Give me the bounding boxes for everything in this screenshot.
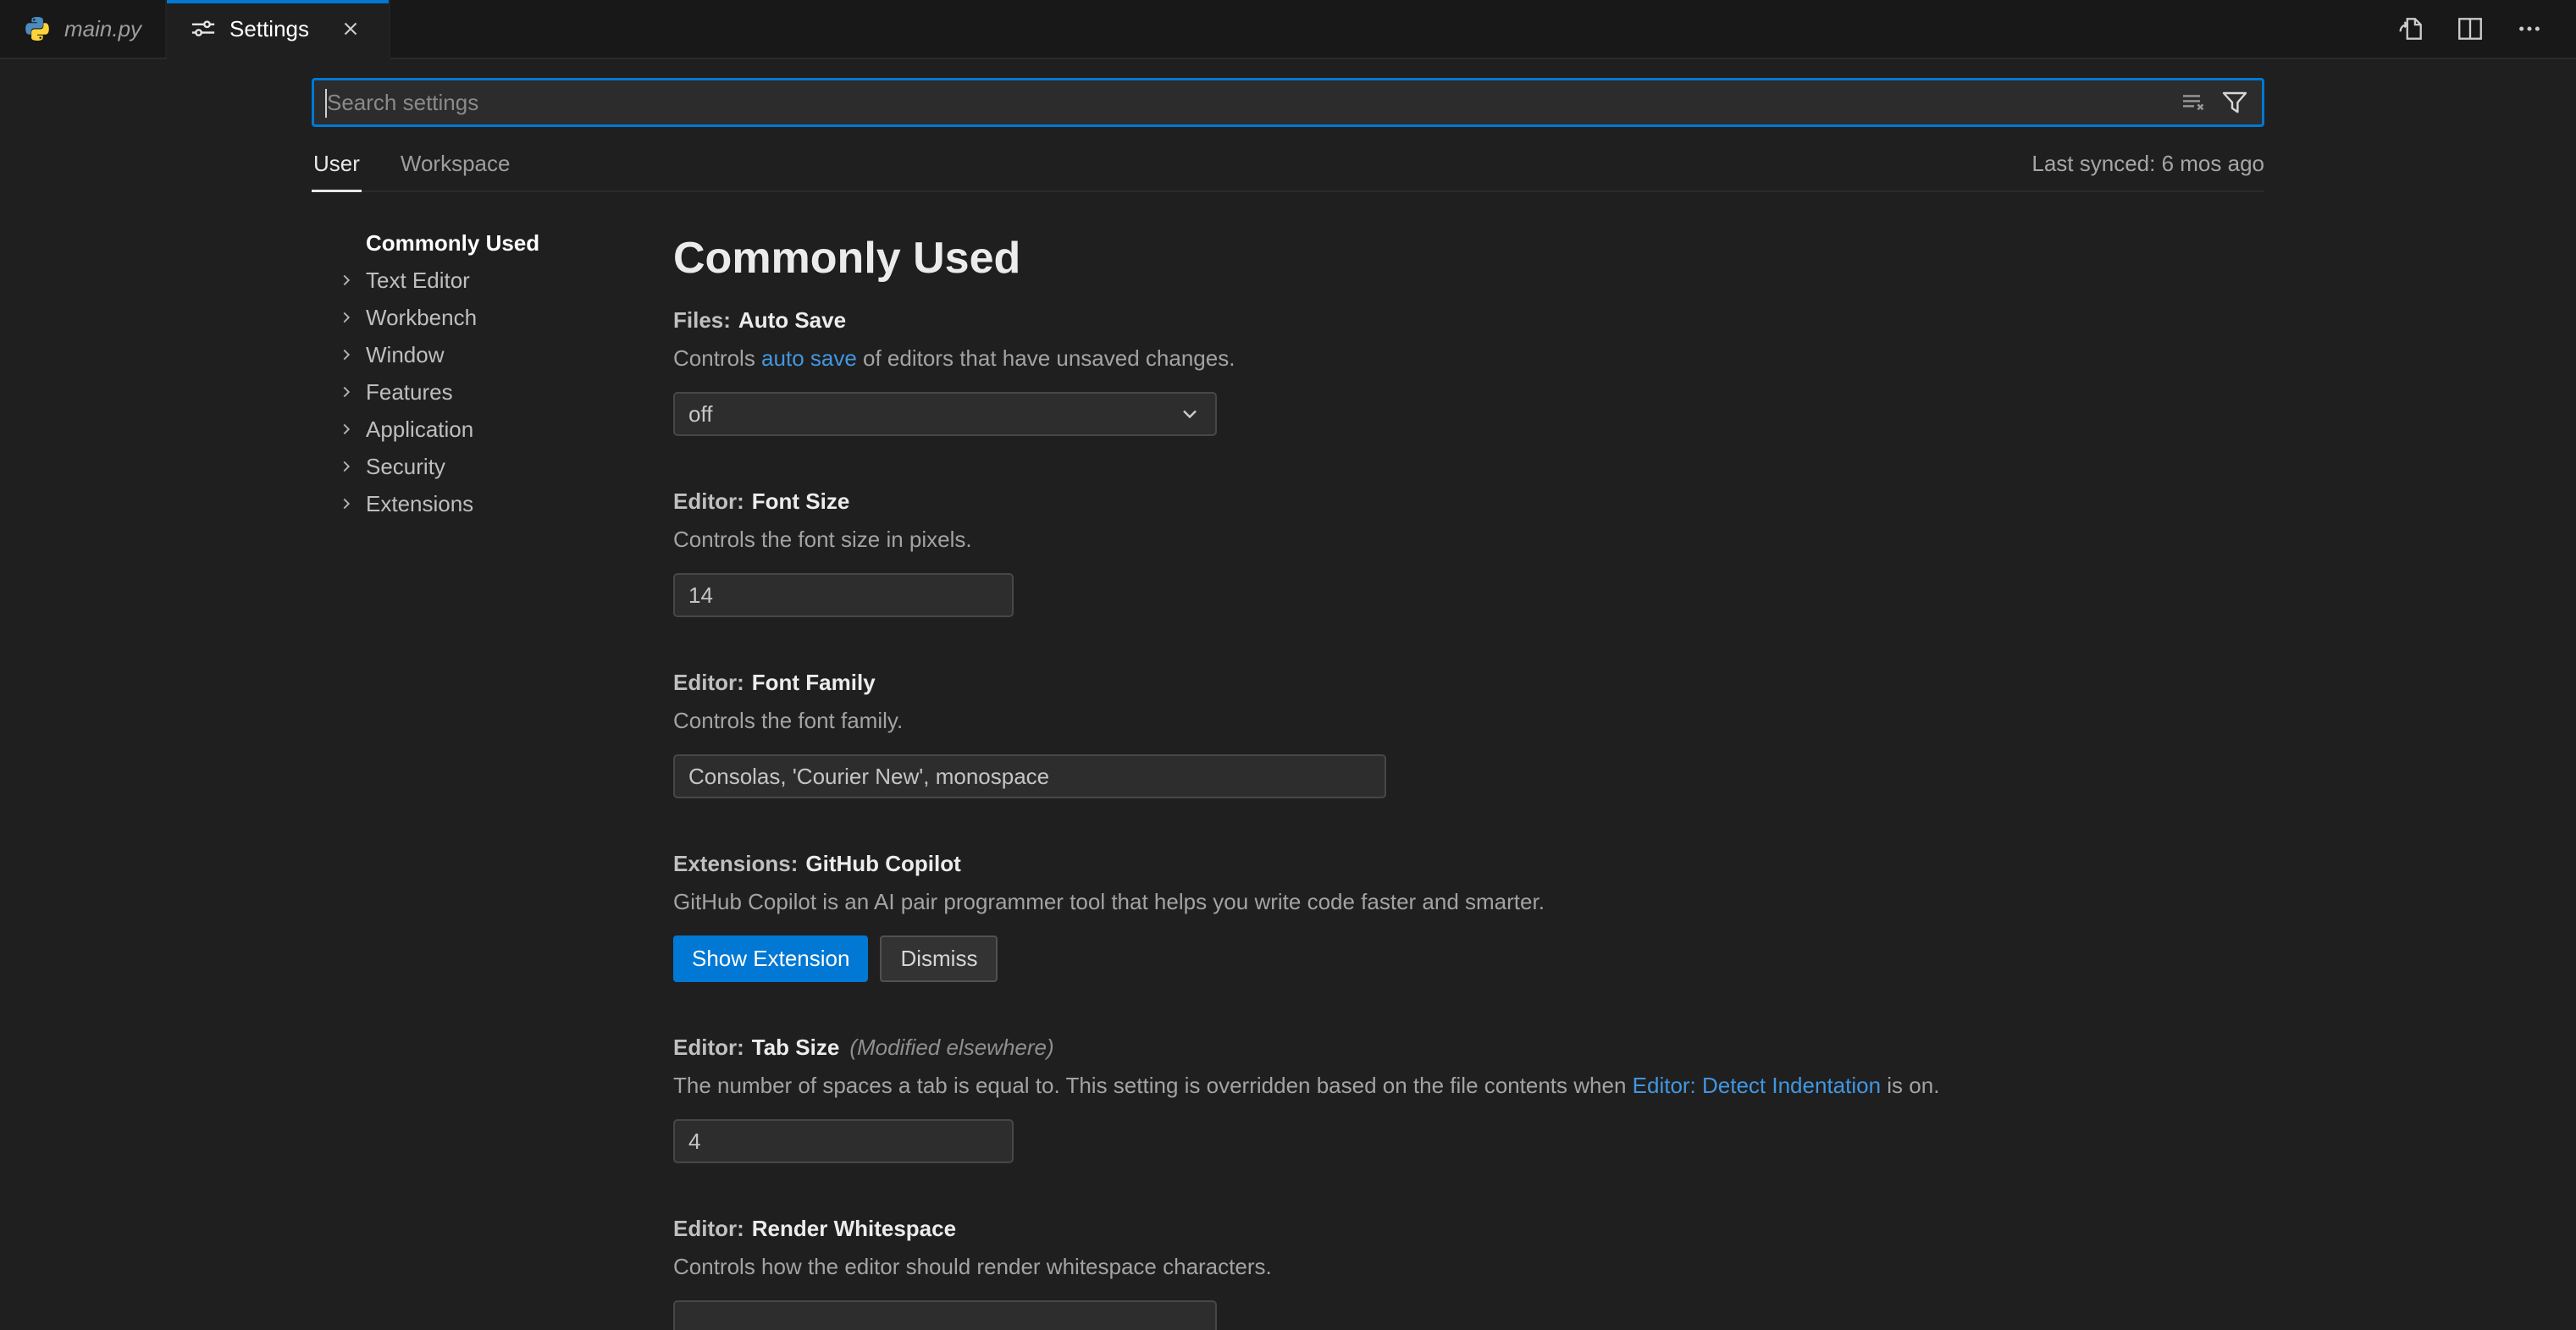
search-input[interactable]: [314, 90, 2181, 116]
editor-tab-bar: main.py Settings: [0, 0, 2576, 59]
setting-description: Controls auto save of editors that have …: [673, 345, 2264, 372]
chevron-right-icon: [337, 420, 356, 439]
auto-save-link[interactable]: auto save: [761, 345, 857, 371]
settings-editor: User Workspace Last synced: 6 mos ago Co…: [0, 59, 2576, 1328]
settings-toc: Commonly Used Text Editor Workbench: [312, 192, 673, 1328]
setting-name: Auto Save: [738, 307, 846, 333]
tab-workspace[interactable]: Workspace: [399, 137, 512, 190]
clear-search-icon[interactable]: [2181, 89, 2208, 116]
toc-item-text-editor[interactable]: Text Editor: [312, 262, 673, 299]
tab-label: main.py: [64, 16, 141, 42]
toc-item-features[interactable]: Features: [312, 373, 673, 411]
setting-category: Editor:: [673, 488, 744, 514]
setting-name: Tab Size: [752, 1035, 840, 1060]
auto-save-select[interactable]: off: [673, 392, 1217, 436]
settings-search-box: [312, 78, 2264, 127]
setting-name: Font Size: [752, 488, 850, 514]
show-extension-button[interactable]: Show Extension: [673, 935, 868, 982]
editor-actions: [2396, 0, 2576, 58]
settings-sliders-icon: [191, 16, 216, 41]
detect-indentation-link[interactable]: Editor: Detect Indentation: [1633, 1073, 1881, 1098]
setting-files-auto-save: Files: Auto Save Controls auto save of ed…: [673, 307, 2264, 436]
dismiss-button[interactable]: Dismiss: [880, 935, 998, 982]
filter-icon[interactable]: [2221, 89, 2248, 116]
font-size-input[interactable]: [673, 573, 1014, 617]
page-title: Commonly Used: [673, 233, 2264, 284]
select-value: off: [688, 401, 712, 428]
chevron-right-icon: [337, 345, 356, 364]
setting-category: Editor:: [673, 670, 744, 695]
setting-category: Extensions:: [673, 851, 798, 876]
chevron-down-icon: [1178, 402, 1202, 426]
setting-description: Controls the font size in pixels.: [673, 527, 2264, 553]
toc-item-commonly-used[interactable]: Commonly Used: [312, 224, 673, 262]
scope-tabs-row: User Workspace Last synced: 6 mos ago: [312, 137, 2264, 192]
settings-list: Commonly Used Files: Auto Save Controls a…: [673, 192, 2264, 1328]
setting-name: Font Family: [752, 670, 876, 695]
setting-editor-font-family: Editor: Font Family Controls the font fam…: [673, 670, 2264, 798]
tab-settings[interactable]: Settings: [167, 0, 390, 59]
toc-item-extensions[interactable]: Extensions: [312, 485, 673, 522]
toc-item-application[interactable]: Application: [312, 411, 673, 448]
modified-elsewhere-badge: (Modified elsewhere): [849, 1035, 1053, 1060]
setting-description: GitHub Copilot is an AI pair programmer …: [673, 889, 2264, 915]
chevron-right-icon: [337, 494, 356, 513]
more-actions-icon[interactable]: [2515, 14, 2544, 43]
chevron-right-icon: [337, 308, 356, 327]
setting-editor-render-whitespace: Editor: Render Whitespace Controls how th…: [673, 1216, 2264, 1330]
toc-item-security[interactable]: Security: [312, 448, 673, 485]
tab-size-input[interactable]: [673, 1119, 1014, 1163]
setting-description: Controls the font family.: [673, 708, 2264, 734]
setting-editor-font-size: Editor: Font Size Controls the font size …: [673, 488, 2264, 617]
chevron-right-icon: [337, 383, 356, 401]
setting-description: The number of spaces a tab is equal to. …: [673, 1073, 2264, 1099]
chevron-right-icon: [337, 457, 356, 476]
setting-category: Editor:: [673, 1216, 744, 1241]
close-icon[interactable]: [336, 14, 365, 43]
split-editor-icon[interactable]: [2456, 14, 2485, 43]
tab-label: Settings: [229, 16, 309, 42]
tab-user[interactable]: User: [312, 137, 362, 190]
toc-item-window[interactable]: Window: [312, 336, 673, 373]
tab-main-py[interactable]: main.py: [0, 0, 167, 58]
setting-category: Files:: [673, 307, 731, 333]
last-synced-label: Last synced: 6 mos ago: [2032, 151, 2264, 190]
open-settings-json-icon[interactable]: [2396, 14, 2425, 43]
setting-name: GitHub Copilot: [805, 851, 960, 876]
setting-description: Controls how the editor should render wh…: [673, 1254, 2264, 1280]
font-family-input[interactable]: [673, 754, 1386, 798]
setting-editor-tab-size: Editor: Tab Size (Modified elsewhere) The …: [673, 1035, 2264, 1163]
setting-category: Editor:: [673, 1035, 744, 1060]
setting-name: Render Whitespace: [752, 1216, 956, 1241]
toc-item-workbench[interactable]: Workbench: [312, 299, 673, 336]
render-whitespace-select[interactable]: [673, 1300, 1217, 1330]
chevron-right-icon: [337, 271, 356, 290]
text-caret: [325, 89, 327, 118]
python-icon: [24, 15, 51, 42]
setting-extensions-github-copilot: Extensions: GitHub Copilot GitHub Copilot…: [673, 851, 2264, 982]
